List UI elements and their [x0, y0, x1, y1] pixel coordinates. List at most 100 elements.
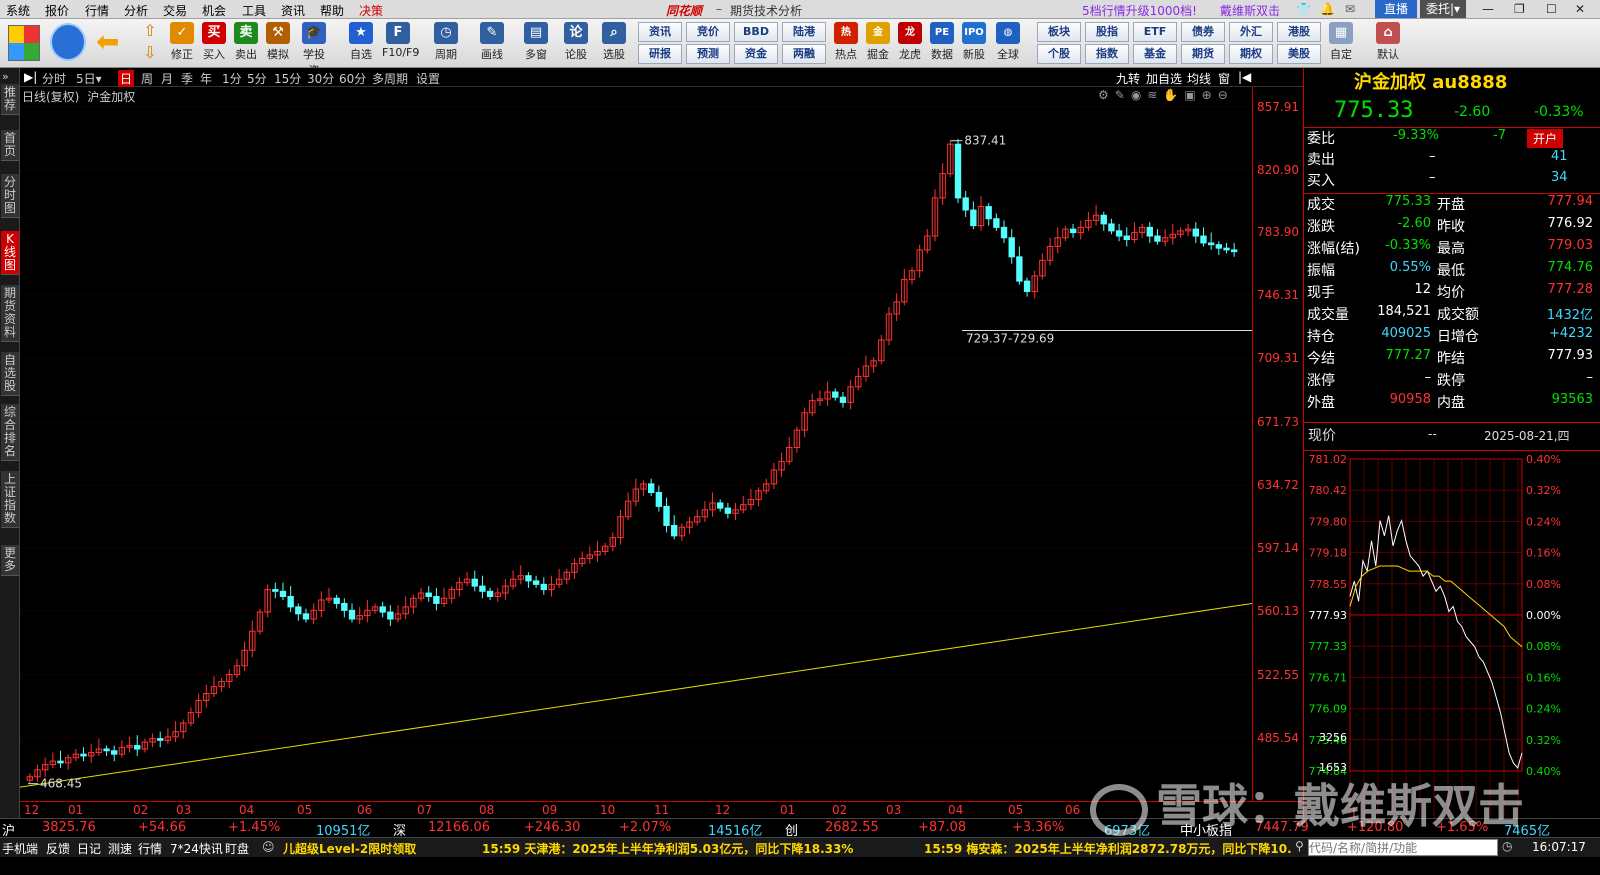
candle[interactable]	[57, 750, 64, 769]
candle[interactable]	[149, 733, 156, 748]
period-week[interactable]: 周	[141, 70, 153, 87]
quick-button-0[interactable]: 资讯	[638, 22, 682, 42]
menu-opportunity[interactable]: 机会	[202, 2, 226, 19]
market-button-1[interactable]: 股指	[1085, 22, 1129, 42]
tool-revise-button[interactable]: ✓ 修正	[166, 21, 198, 65]
candle[interactable]	[1054, 227, 1061, 254]
quick-button-2[interactable]: BBD	[734, 22, 778, 42]
candle[interactable]	[1184, 223, 1192, 237]
candle[interactable]	[1207, 232, 1215, 250]
candle[interactable]	[272, 582, 279, 599]
candle[interactable]	[832, 388, 839, 401]
sz-value[interactable]: 12166.06	[428, 820, 490, 835]
candle[interactable]	[977, 196, 985, 231]
market-button-6[interactable]: 个股	[1037, 44, 1081, 64]
tool-graduation-button[interactable]: 🎓学投资	[298, 21, 330, 77]
candle[interactable]	[226, 669, 233, 689]
candle[interactable]	[310, 603, 317, 625]
market-button-11[interactable]: 美股	[1277, 44, 1321, 64]
candle[interactable]	[617, 509, 624, 545]
candle[interactable]	[1085, 211, 1092, 231]
candle[interactable]	[763, 478, 770, 495]
period-30min[interactable]: 30分	[307, 70, 334, 87]
nav-ranking[interactable]: 综合排名	[1, 404, 19, 461]
candle[interactable]	[1031, 270, 1038, 299]
candle[interactable]	[118, 740, 126, 758]
candle[interactable]	[463, 572, 471, 587]
zoom-out-icon[interactable]: ⊖	[1218, 88, 1234, 102]
candle[interactable]	[440, 587, 448, 607]
candle[interactable]	[394, 605, 402, 623]
bottom-promo[interactable]: 儿超级Level-2限时领取	[283, 840, 416, 857]
menu-market[interactable]: 行情	[85, 2, 109, 19]
expand-icon[interactable]: »	[2, 70, 9, 83]
candle[interactable]	[586, 546, 593, 564]
nav-home[interactable]: 首页	[1, 130, 19, 161]
candle[interactable]	[678, 523, 686, 542]
tool-gold-button[interactable]: 金掘金	[862, 21, 894, 65]
candle[interactable]	[502, 579, 509, 600]
candle[interactable]	[233, 658, 241, 678]
candle[interactable]	[901, 268, 908, 306]
tool-sell-button[interactable]: 卖卖出	[230, 21, 262, 65]
panel-toggle-icon[interactable]: |◀	[1238, 70, 1251, 84]
menu-decision[interactable]: 决策	[359, 2, 383, 19]
quick-button-7[interactable]: 两融	[782, 44, 826, 64]
tool-globe-button[interactable]: ◍ 全球	[992, 21, 1024, 65]
candle[interactable]	[1161, 229, 1169, 247]
candle[interactable]	[195, 693, 202, 718]
nav-kline[interactable]: K线图	[1, 231, 19, 275]
candle[interactable]	[203, 684, 210, 708]
candle[interactable]	[210, 676, 218, 698]
maximize-icon[interactable]: ☐	[1546, 2, 1557, 16]
tool-clock-button[interactable]: ◷ 周期	[430, 21, 462, 65]
candle[interactable]	[916, 244, 923, 278]
back-arrow-icon[interactable]: ⬅	[96, 27, 126, 57]
up-arrow-icon[interactable]: ⇧	[140, 21, 160, 43]
news-ticker-2[interactable]: 15:59 梅安森：2025年上半年净利润2872.78万元，同比下降10.	[924, 840, 1292, 857]
candle[interactable]	[241, 641, 248, 672]
candle[interactable]	[95, 738, 103, 756]
candle[interactable]	[1016, 246, 1023, 285]
tool-dragon-button[interactable]: 龙龙虎	[894, 21, 926, 65]
candle[interactable]	[778, 452, 785, 477]
candle[interactable]	[594, 541, 601, 562]
intraday-minichart[interactable]: 781.02 0.40% 780.42 0.32% 779.80 0.24% 779.18 0…	[1304, 451, 1600, 818]
candle[interactable]	[433, 587, 440, 611]
menu-trade[interactable]: 交易	[163, 2, 187, 19]
period-60min[interactable]: 60分	[339, 70, 366, 87]
candle[interactable]	[65, 754, 72, 770]
quick-button-5[interactable]: 预测	[686, 44, 730, 64]
candle[interactable]	[111, 745, 118, 762]
candle[interactable]	[379, 601, 386, 618]
sh-value[interactable]: 3825.76	[42, 820, 96, 835]
candle[interactable]	[709, 492, 716, 517]
tool-hammer-button[interactable]: ⚒ 模拟	[262, 21, 294, 65]
candle[interactable]	[893, 293, 900, 321]
candle[interactable]	[256, 608, 264, 635]
market-button-7[interactable]: 指数	[1085, 44, 1129, 64]
candle[interactable]	[540, 577, 547, 595]
quick-button-6[interactable]: 资金	[734, 44, 778, 64]
menu-tools[interactable]: 工具	[242, 2, 266, 19]
window-button[interactable]: 窗	[1218, 70, 1230, 87]
candle[interactable]	[939, 163, 946, 205]
tool-window-button[interactable]: ▤ 多窗	[520, 21, 552, 65]
candle[interactable]	[318, 591, 325, 618]
candle[interactable]	[456, 577, 463, 597]
period-multi[interactable]: 多周期	[372, 70, 408, 87]
candle[interactable]	[732, 502, 739, 521]
tool-buy-button[interactable]: 买买入	[198, 21, 230, 65]
candle[interactable]	[172, 721, 179, 743]
candle[interactable]	[448, 586, 455, 604]
candle[interactable]	[1200, 227, 1207, 247]
candle[interactable]	[578, 551, 586, 568]
quick-button-4[interactable]: 研报	[638, 44, 682, 64]
candle[interactable]	[187, 707, 195, 727]
live-button[interactable]: 直播	[1375, 0, 1417, 18]
bottom-tab-1[interactable]: 反馈	[46, 840, 70, 857]
period-15min[interactable]: 15分	[274, 70, 301, 87]
candle[interactable]	[417, 587, 425, 602]
candle[interactable]	[924, 229, 931, 254]
candle[interactable]	[816, 390, 824, 406]
